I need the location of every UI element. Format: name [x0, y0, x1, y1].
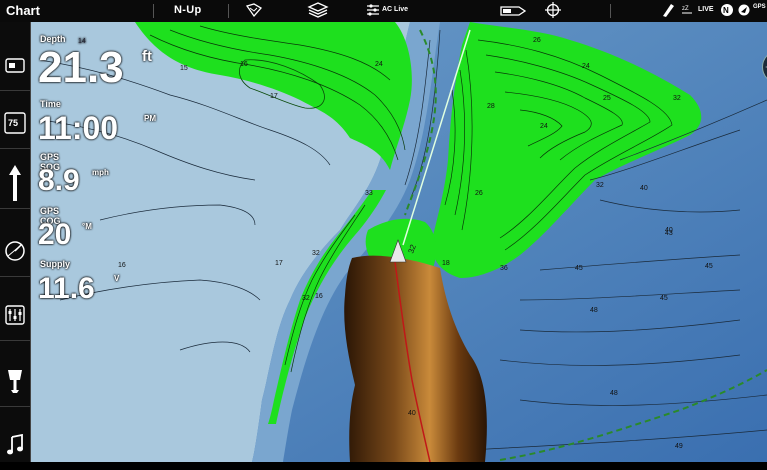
ac-live-icon[interactable] — [366, 2, 380, 18]
map-tool-icon[interactable] — [245, 2, 263, 18]
water-temp-value: 75 — [8, 118, 19, 128]
ac-live-label: AC Live — [382, 6, 409, 13]
crosshair-icon[interactable] — [545, 2, 561, 18]
contour-depth-label: 15 — [180, 65, 188, 72]
gps-label: GPS — [753, 4, 766, 10]
pen-icon[interactable] — [661, 2, 675, 18]
live-label: LIVE — [698, 6, 714, 13]
svg-text:N: N — [723, 6, 729, 15]
settings-sliders-icon — [5, 305, 25, 325]
contour-depth-label: 45 — [575, 265, 583, 272]
layers-icon[interactable] — [307, 2, 329, 18]
nmea-icon[interactable]: N — [720, 2, 734, 18]
contour-depth-label: 43 — [665, 230, 673, 237]
separator — [153, 4, 154, 18]
chart-canvas[interactable]: 32 15 16 17 17 16 24 26 28 24 25 24 32 26 40 32 40 43 36 4… — [31, 22, 767, 462]
contour-depth-label: 40 — [640, 185, 648, 192]
contour-depth-label: 24 — [540, 123, 548, 130]
gps-arrow-icon[interactable] — [738, 2, 750, 18]
sleep-icon[interactable]: zZ — [681, 2, 693, 18]
contour-depth-label: 40 — [408, 410, 416, 417]
chart-map[interactable]: 32 15 16 17 17 16 24 26 28 24 25 24 32 26 40 32 40 43 36 4… — [31, 22, 767, 462]
music-button[interactable] — [0, 420, 30, 470]
chart-view-button[interactable] — [0, 40, 30, 91]
contour-depth-label: 48 — [610, 390, 618, 397]
contour-depth-label: 16 — [315, 293, 323, 300]
contour-depth-label: 33 — [365, 190, 373, 197]
navigation-arrow-icon — [9, 165, 21, 201]
trolling-motor-icon — [8, 370, 22, 393]
supply-value: 11.6 — [38, 272, 95, 305]
contour-depth-label: 26 — [533, 37, 541, 44]
sonar-button[interactable] — [0, 226, 30, 277]
supply-label: Supply — [40, 259, 71, 269]
contour-depth-label: 45 — [660, 295, 668, 302]
contour-depth-label: 16 — [118, 262, 126, 269]
contour-depth-label: 48 — [590, 307, 598, 314]
contour-depth-label: 32 — [312, 250, 320, 257]
contour-depth-label: 45 — [705, 263, 713, 270]
time-ampm: PM — [144, 114, 156, 123]
time-value: 11:00 — [38, 110, 119, 146]
contour-depth-label: 18 — [442, 260, 450, 267]
svg-text:zZ: zZ — [682, 6, 689, 12]
depth-unit: ft — [142, 48, 152, 65]
contour-depth-label: 32 — [302, 295, 310, 302]
separator — [228, 4, 229, 18]
cog-unit: °M — [82, 222, 92, 231]
contour-depth-label: 32 — [673, 95, 681, 102]
contour-depth-label: 36 — [500, 265, 508, 272]
top-bar: Chart N-Up AC Live zZ LIVE N GPS — [0, 0, 767, 23]
contour-depth-label: 24 — [582, 63, 590, 70]
cog-value: 20 — [38, 218, 72, 251]
separator — [610, 4, 611, 18]
contour-depth-label: 25 — [603, 95, 611, 102]
supply-unit: V — [114, 274, 120, 283]
depth-value: 21.3 — [38, 43, 124, 92]
music-icon — [7, 434, 23, 455]
contour-depth-label: 32 — [596, 182, 604, 189]
page-title: Chart — [6, 3, 40, 18]
sonar-icon — [5, 241, 25, 261]
contour-depth-label: 24 — [375, 61, 383, 68]
contour-depth-label: 49 — [675, 443, 683, 450]
contour-depth-label: 16 — [240, 61, 248, 68]
navigation-button[interactable] — [0, 158, 30, 209]
settings-button[interactable] — [0, 290, 30, 341]
sidebar: 75 — [0, 22, 31, 462]
water-temp-button[interactable]: 75 — [0, 98, 30, 149]
orientation-toggle[interactable]: N-Up — [174, 4, 201, 16]
time-label: Time — [40, 99, 61, 109]
chart-view-icon — [5, 58, 25, 73]
sog-value: 8.9 — [38, 164, 80, 197]
contour-depth-label: 17 — [270, 93, 278, 100]
contour-depth-label: 28 — [487, 103, 495, 110]
boat-icon[interactable] — [500, 5, 526, 17]
compass-rose-icon[interactable] — [762, 50, 767, 84]
sog-unit: mph — [92, 168, 109, 177]
trolling-motor-button[interactable] — [0, 356, 30, 407]
contour-depth-label: 17 — [275, 260, 283, 267]
contour-depth-label: 26 — [475, 190, 483, 197]
